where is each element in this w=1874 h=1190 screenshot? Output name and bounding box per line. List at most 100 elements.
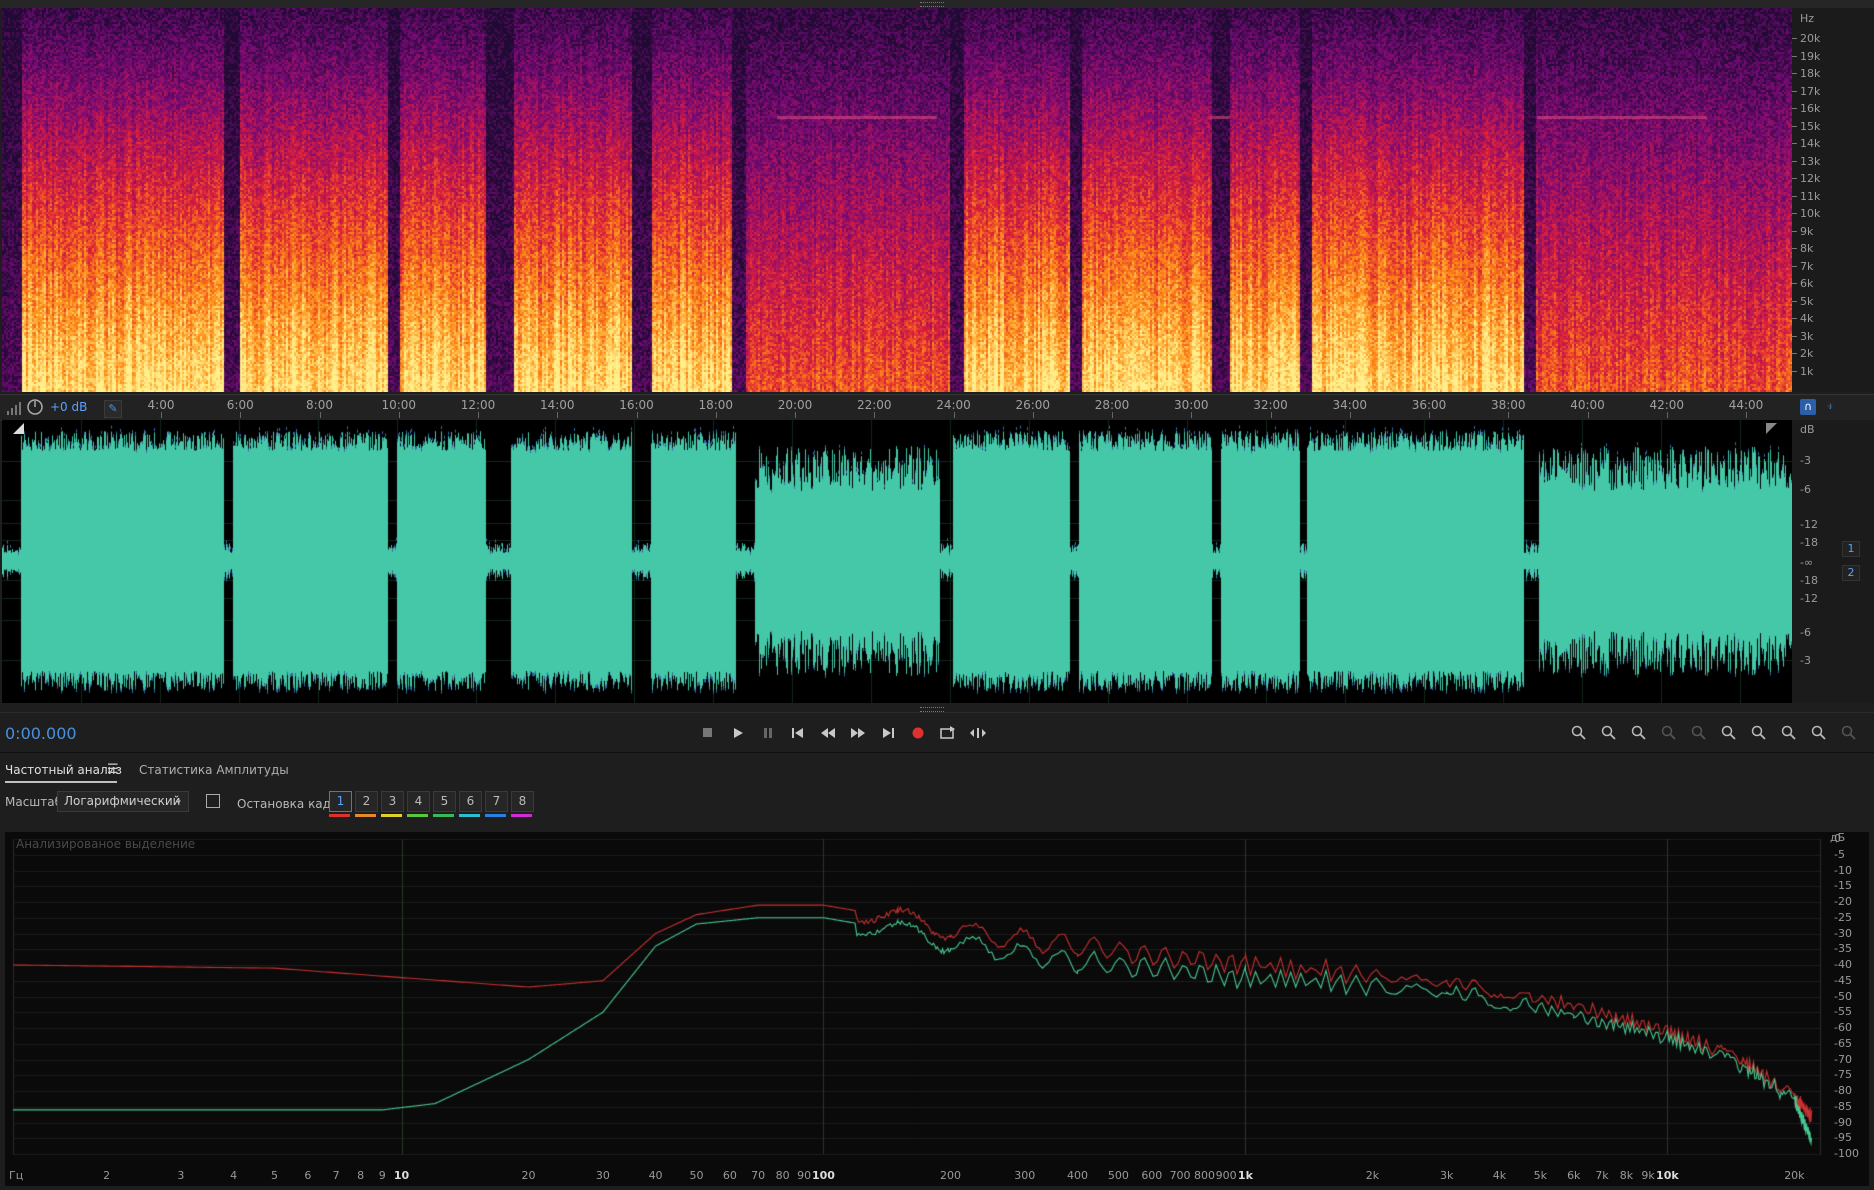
frequency-tick-label: 20	[521, 1169, 536, 1182]
freeze-frame-color	[355, 814, 376, 817]
tab-amplitude-stats[interactable]: Статистика Амплитуды	[139, 763, 289, 777]
time-tick-label: 16:00	[619, 398, 654, 412]
zoom-full-icon[interactable]	[1688, 723, 1710, 743]
freeze-frame-button-3[interactable]: 3	[381, 791, 404, 812]
scale-select[interactable]: Логарифмический ⌄	[57, 791, 189, 812]
db-tick-label: -60	[1834, 1021, 1852, 1034]
freeze-frame-button-8[interactable]: 8	[511, 791, 534, 812]
panel-resize-grip[interactable]	[920, 2, 944, 7]
spectrogram-freq-tick: 5k	[1800, 294, 1814, 308]
freeze-frame-button-5[interactable]: 5	[433, 791, 456, 812]
spectrogram-tick-mark	[1792, 213, 1797, 214]
frequency-tick-label: 3	[177, 1169, 185, 1182]
frequency-tick-label: 10k	[1656, 1169, 1679, 1182]
waveform-db-tick: -12	[1800, 518, 1818, 531]
zoom-toggle-icon[interactable]	[1838, 723, 1860, 743]
channel-1-button[interactable]: 1	[1842, 541, 1860, 557]
db-unit-label: дБ	[1830, 831, 1846, 844]
frequency-tick-label: 40	[648, 1169, 663, 1182]
db-tick-label: -85	[1834, 1099, 1852, 1113]
zoom-to-selection-icon[interactable]	[1778, 723, 1800, 743]
time-tick-label: 20:00	[777, 398, 813, 412]
spectrogram-tick-mark	[1792, 248, 1797, 249]
time-tick-label: 18:00	[698, 398, 734, 412]
time-tick-mark	[240, 412, 242, 418]
zoom-in-time-icon[interactable]	[1628, 723, 1650, 743]
marker-icon[interactable]: ⍖	[1822, 399, 1838, 415]
stop-icon[interactable]	[697, 723, 719, 743]
zoom-in-left-icon[interactable]	[1718, 723, 1740, 743]
tab-menu-icon[interactable]: ☰	[107, 762, 119, 777]
pause-icon[interactable]	[757, 723, 779, 743]
frequency-tick-label: 8	[357, 1169, 365, 1182]
waveform-view[interactable]	[2, 420, 1792, 703]
freeze-frame-color	[407, 814, 428, 817]
db-tick-label: -70	[1834, 1052, 1852, 1066]
gain-value[interactable]: +0 dB	[50, 400, 87, 414]
freeze-frame-color	[511, 814, 532, 817]
time-tick-mark	[1270, 412, 1272, 418]
zoom-in-right-icon[interactable]	[1748, 723, 1770, 743]
time-tick-label: 6:00	[226, 398, 254, 412]
play-icon[interactable]	[727, 723, 749, 743]
freeze-frame-button-6[interactable]: 6	[459, 791, 482, 812]
time-tick-mark	[795, 412, 796, 418]
rewind-icon[interactable]	[817, 723, 839, 743]
loop-icon[interactable]	[937, 723, 959, 743]
frequency-tick-label: 3k	[1440, 1169, 1454, 1182]
time-tick-label: 26:00	[1015, 398, 1051, 412]
frequency-tick-label: 700	[1169, 1169, 1191, 1182]
frequency-tick-label: 7	[332, 1169, 340, 1182]
waveform-db-tick: -18	[1800, 536, 1818, 549]
spectrogram-tick-mark	[1792, 265, 1797, 267]
fast-forward-icon[interactable]	[847, 723, 869, 743]
frequency-tick-label: 70	[751, 1169, 766, 1182]
spectrogram-freq-tick: 6k	[1800, 277, 1814, 290]
time-tick-label: 42:00	[1649, 398, 1685, 412]
db-tick-label: -75	[1834, 1068, 1852, 1082]
spectrogram-tick-mark	[1792, 318, 1797, 319]
waveform-db-tick: -6	[1800, 626, 1811, 639]
zoom-out-amplitude-icon[interactable]	[1598, 723, 1620, 743]
skip-end-icon[interactable]	[877, 723, 899, 743]
spectrogram-view[interactable]	[2, 8, 1792, 392]
zoom-in-amplitude-icon[interactable]	[1568, 723, 1590, 743]
current-time[interactable]: 0:00.000	[5, 724, 77, 743]
db-tick-label: -50	[1834, 989, 1852, 1003]
skip-start-icon[interactable]	[787, 723, 809, 743]
freeze-frame-color	[381, 814, 402, 817]
freeze-frame-button-4[interactable]: 4	[407, 791, 430, 812]
spectrogram-tick-mark	[1792, 143, 1797, 144]
gain-knob-icon[interactable]	[27, 399, 43, 415]
frequency-analysis-graph[interactable]	[5, 832, 1869, 1186]
spectrogram-freq-tick: 11k	[1800, 189, 1821, 203]
freeze-frame-color	[433, 814, 454, 817]
frequency-tick-label: 2k	[1365, 1169, 1380, 1182]
db-tick-label: -40	[1834, 958, 1852, 971]
tab-frequency-analysis[interactable]: Частотный анализ	[5, 763, 122, 777]
spectrogram-freq-tick: 20k	[1800, 32, 1821, 45]
time-tick-mark	[1666, 412, 1668, 418]
channel-2-button[interactable]: 2	[1842, 565, 1860, 581]
spectrogram-tick-mark	[1792, 370, 1797, 372]
freeze-frame-button-7[interactable]: 7	[485, 791, 508, 812]
freeze-frame-color	[459, 814, 480, 817]
skip-selection-icon[interactable]	[967, 723, 989, 743]
spectrogram-freq-tick: 1k	[1800, 364, 1814, 378]
zoom-out-time-icon[interactable]	[1658, 723, 1680, 743]
level-meter-icon[interactable]	[6, 400, 22, 415]
freq-unit-label: Гц	[9, 1169, 24, 1182]
spectrogram-freq-tick: 4k	[1800, 312, 1814, 325]
freeze-frame-button-2[interactable]: 2	[355, 791, 378, 812]
spectrogram-freq-tick: 2k	[1800, 347, 1814, 360]
freeze-toggle-icon[interactable]	[206, 794, 220, 808]
freeze-frame-button-1[interactable]: 1	[329, 791, 352, 812]
zoom-reset-icon[interactable]	[1808, 723, 1830, 743]
scale-select-value: Логарифмический	[64, 794, 181, 808]
time-tick-mark	[1349, 412, 1351, 418]
frequency-tick-label: 9k	[1641, 1169, 1655, 1182]
analysis-overlay-text: Анализированое выделение	[16, 837, 196, 851]
record-icon[interactable]	[907, 723, 929, 743]
pin-icon[interactable]: ✎	[104, 400, 122, 418]
headphone-icon[interactable]: ∩	[1800, 399, 1816, 415]
